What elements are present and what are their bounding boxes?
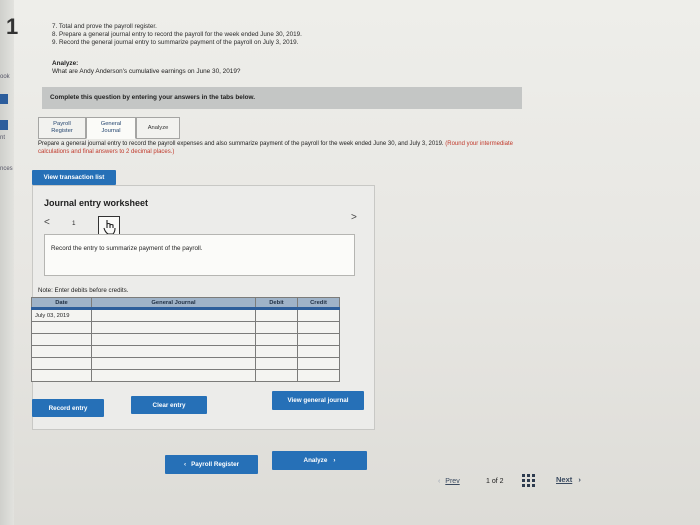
account-cell[interactable] xyxy=(91,345,256,358)
debit-cell[interactable] xyxy=(255,307,298,322)
prev-entry-arrow[interactable]: < xyxy=(44,217,50,228)
next-entry-arrow[interactable]: > xyxy=(351,212,357,223)
side-label-references: nces xyxy=(0,166,13,172)
side-label-book: ook xyxy=(0,74,10,80)
instruction-item: 7. Total and prove the payroll register. xyxy=(52,23,157,30)
credit-cell[interactable] xyxy=(297,333,340,346)
analyze-heading: Analyze: xyxy=(52,60,79,67)
credit-cell[interactable] xyxy=(297,307,340,322)
current-page: 1 xyxy=(486,478,490,485)
question-number: 1 xyxy=(6,14,19,39)
payroll-register-button[interactable]: ‹ Payroll Register xyxy=(165,455,258,474)
credit-cell[interactable] xyxy=(297,321,340,334)
tab-label-line: Journal xyxy=(101,128,121,134)
account-cell[interactable] xyxy=(91,369,256,382)
pager-prev-label: Prev xyxy=(445,478,460,485)
task-description: Prepare a general journal entry to recor… xyxy=(38,141,524,156)
debit-cell[interactable] xyxy=(255,369,298,382)
analyze-label: Analyze xyxy=(303,457,328,464)
table-row: July 03, 2019 xyxy=(31,307,340,322)
task-text: Prepare a general journal entry to recor… xyxy=(38,141,444,147)
account-cell[interactable] xyxy=(91,357,256,370)
tab-label-line: General xyxy=(100,121,122,127)
view-transaction-list-button[interactable]: View transaction list xyxy=(32,170,116,185)
column-header-date: Date xyxy=(31,297,92,309)
date-cell[interactable] xyxy=(31,345,92,358)
chevron-left-icon: ‹ xyxy=(438,478,441,485)
view-general-journal-button[interactable]: View general journal xyxy=(272,391,364,410)
pager-prev-link[interactable]: ‹ Prev xyxy=(438,478,460,485)
column-header-credit: Credit xyxy=(297,297,340,309)
account-cell[interactable] xyxy=(91,321,256,334)
credit-cell[interactable] xyxy=(297,345,340,358)
credit-cell[interactable] xyxy=(297,357,340,370)
tab-label-line: Payroll xyxy=(53,121,71,127)
chevron-right-icon: › xyxy=(333,457,336,464)
date-cell[interactable] xyxy=(31,357,92,370)
account-cell[interactable] xyxy=(91,307,256,322)
debit-cell[interactable] xyxy=(255,345,298,358)
tab-label-line: Analyze xyxy=(147,125,169,131)
date-cell[interactable] xyxy=(31,333,92,346)
chevron-right-icon: › xyxy=(578,475,581,484)
tab-payroll-register[interactable]: Payroll Register xyxy=(38,117,86,139)
tab-label-line: Register xyxy=(51,128,73,134)
side-nav-block[interactable] xyxy=(0,120,8,130)
table-row xyxy=(31,369,340,382)
side-nav-block[interactable] xyxy=(0,94,8,104)
debit-cell[interactable] xyxy=(255,321,298,334)
date-cell[interactable] xyxy=(31,321,92,334)
column-header-general-journal: General Journal xyxy=(91,297,256,309)
grid-view-icon[interactable] xyxy=(522,474,536,487)
table-row xyxy=(31,333,340,346)
instruction-banner: Complete this question by entering your … xyxy=(42,87,522,109)
clear-entry-button[interactable]: Clear entry xyxy=(131,396,207,414)
entry-description-box: Record the entry to summarize payment of… xyxy=(44,234,355,276)
page-indicator: 1 of 2 xyxy=(486,478,504,485)
account-cell[interactable] xyxy=(91,333,256,346)
side-label-print: nt xyxy=(0,135,6,141)
entry-number[interactable]: 1 xyxy=(72,220,76,227)
banner-text: Complete this question by entering your … xyxy=(50,94,256,101)
debit-credit-note: Note: Enter debits before credits. xyxy=(38,287,129,294)
credit-cell[interactable] xyxy=(297,369,340,382)
debit-cell[interactable] xyxy=(255,333,298,346)
worksheet-title: Journal entry worksheet xyxy=(44,198,149,208)
payroll-register-label: Payroll Register xyxy=(191,461,240,468)
table-header-row: Date General Journal Debit Credit xyxy=(31,297,340,309)
tab-analyze[interactable]: Analyze xyxy=(136,117,180,139)
journal-entry-table: Date General Journal Debit Credit July 0… xyxy=(31,297,340,382)
of-label: of xyxy=(491,478,498,485)
entry-description: Record the entry to summarize payment of… xyxy=(51,245,203,252)
table-row xyxy=(31,345,340,358)
tab-general-journal[interactable]: General Journal xyxy=(86,117,136,139)
instruction-item: 8. Prepare a general journal entry to re… xyxy=(52,31,302,39)
pager-next-label: Next xyxy=(556,475,573,484)
instruction-item: 9. Record the general journal entry to s… xyxy=(52,39,299,47)
total-pages: 2 xyxy=(499,478,504,485)
table-row xyxy=(31,321,340,334)
table-row xyxy=(31,357,340,370)
chevron-left-icon: ‹ xyxy=(183,461,187,468)
date-cell[interactable] xyxy=(31,369,92,382)
analyze-question: What are Andy Anderson's cumulative earn… xyxy=(52,68,241,75)
analyze-button[interactable]: Analyze › xyxy=(272,451,367,470)
instructions-list: 7. Total and prove the payroll register.… xyxy=(52,23,302,48)
pager-next-link[interactable]: Next › xyxy=(556,475,581,484)
column-header-debit: Debit xyxy=(255,297,298,309)
debit-cell[interactable] xyxy=(255,357,298,370)
date-cell[interactable]: July 03, 2019 xyxy=(31,307,92,322)
record-entry-button[interactable]: Record entry xyxy=(32,399,104,417)
